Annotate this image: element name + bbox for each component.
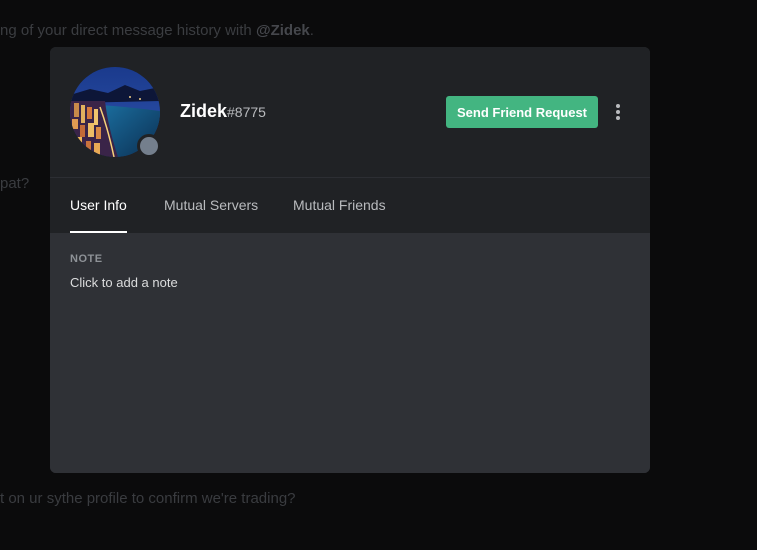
- note-heading: NOTE: [70, 253, 103, 265]
- send-friend-request-button[interactable]: Send Friend Request: [446, 96, 598, 128]
- status-indicator: [137, 134, 161, 158]
- profile-username: Zidek#8775: [180, 101, 266, 122]
- discriminator-text: #8775: [227, 104, 266, 120]
- note-input[interactable]: Click to add a note: [70, 275, 178, 290]
- background-dm-intro: ng of your direct message history with @…: [0, 22, 314, 39]
- background-message-fragment: pat?: [0, 175, 30, 192]
- user-profile-modal: Zidek#8775 Send Friend Request User Info…: [50, 47, 650, 473]
- username-text: Zidek: [180, 101, 228, 121]
- background-message-bottom: t on ur sythe profile to confirm we're t…: [0, 490, 296, 507]
- kebab-menu-icon[interactable]: [610, 102, 626, 122]
- profile-header: Zidek#8775 Send Friend Request: [50, 47, 650, 177]
- profile-tabs: User Info Mutual Servers Mutual Friends: [50, 177, 650, 234]
- tab-mutual-servers[interactable]: Mutual Servers: [164, 178, 258, 233]
- tab-mutual-friends[interactable]: Mutual Friends: [293, 178, 386, 233]
- user-info-panel: NOTE Click to add a note: [50, 233, 650, 473]
- tab-user-info[interactable]: User Info: [70, 178, 127, 233]
